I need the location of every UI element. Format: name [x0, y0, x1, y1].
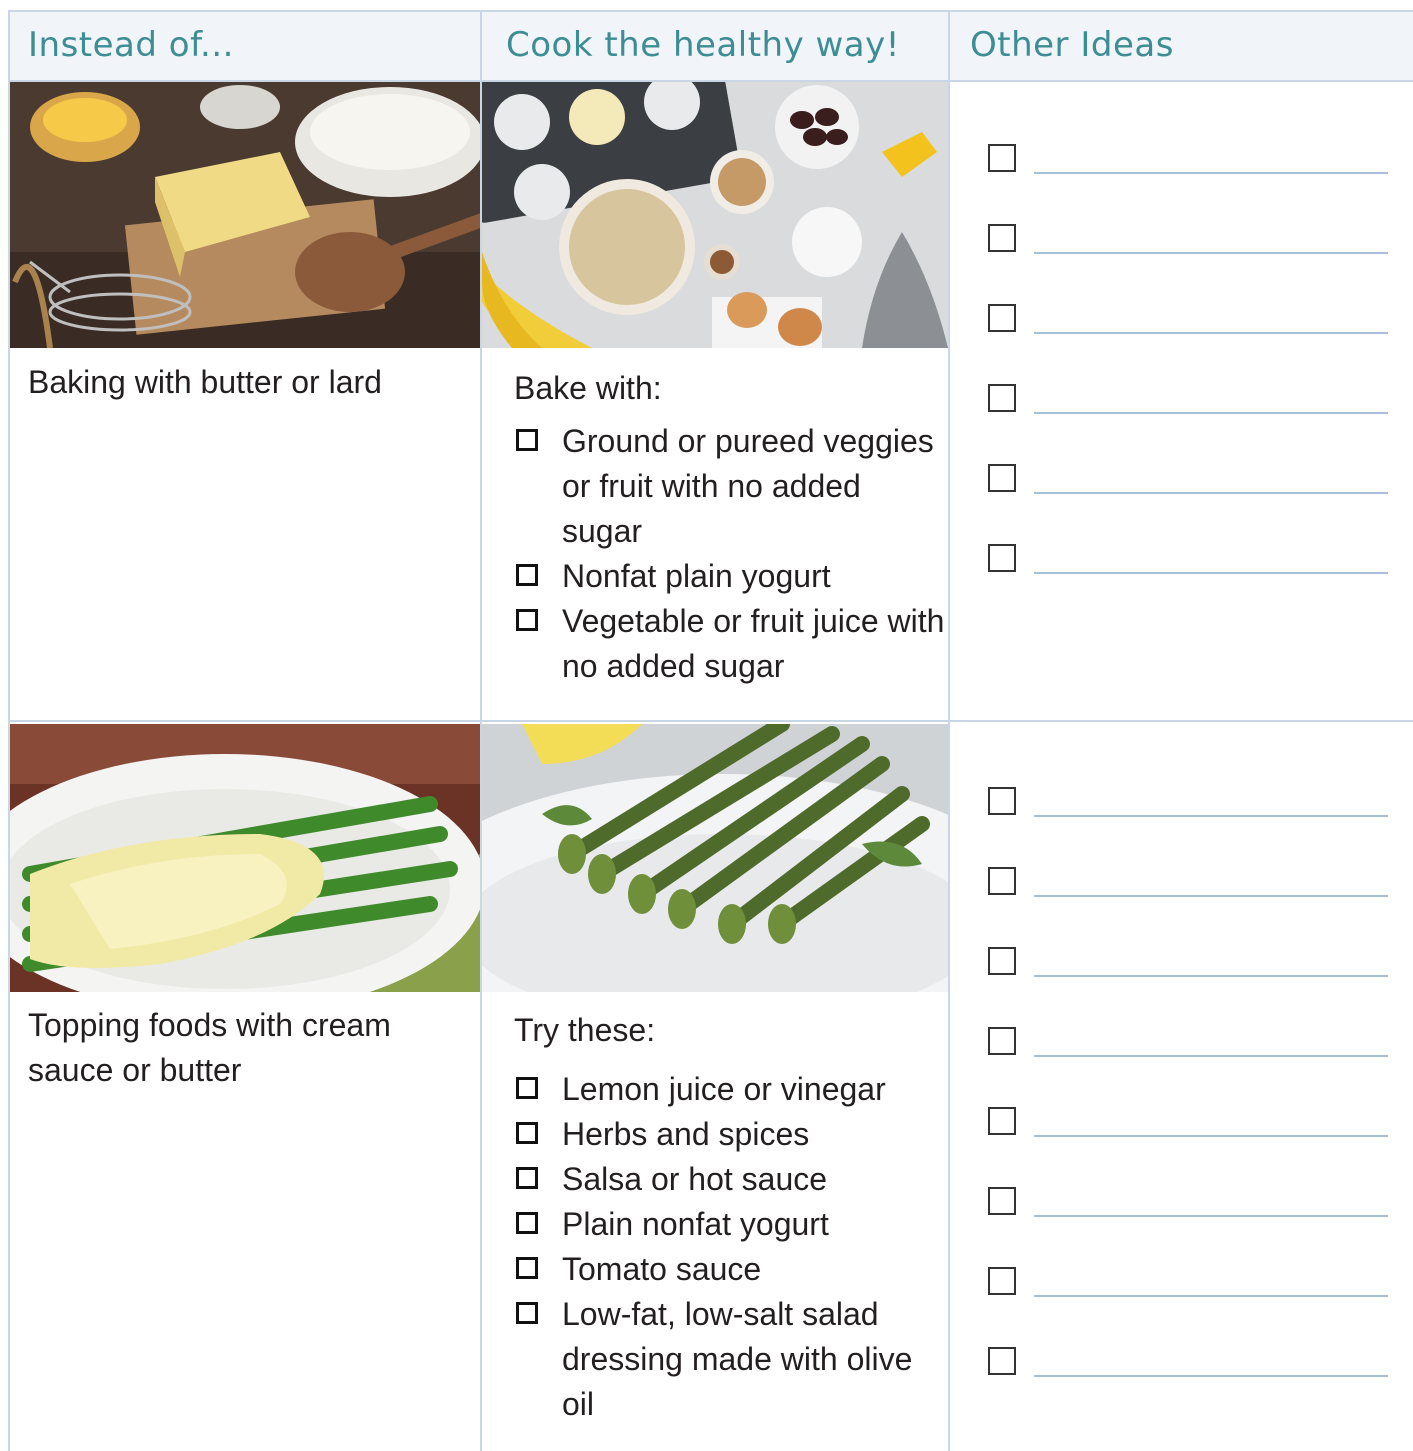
list-item: Low-fat, low-salt salad dressing made wi…	[516, 1292, 946, 1427]
list-item: Vegetable or fruit juice with no added s…	[516, 599, 946, 689]
list-item: Lemon juice or vinegar	[516, 1067, 946, 1112]
healthy-checklist: Lemon juice or vinegar Herbs and spices …	[516, 1067, 946, 1427]
checkbox[interactable]	[516, 609, 538, 631]
idea-entry[interactable]	[988, 144, 1388, 174]
idea-entry[interactable]	[988, 787, 1388, 817]
write-in-line[interactable]	[1034, 492, 1388, 494]
checkbox[interactable]	[988, 144, 1016, 172]
write-in-line[interactable]	[1034, 412, 1388, 414]
list-item-label: Ground or pureed veggies or fruit with n…	[562, 423, 934, 549]
list-item: Nonfat plain yogurt	[516, 554, 946, 599]
checkbox[interactable]	[516, 429, 538, 451]
idea-entry[interactable]	[988, 947, 1388, 977]
list-item: Ground or pureed veggies or fruit with n…	[516, 419, 946, 554]
idea-entry[interactable]	[988, 1107, 1388, 1137]
healthy-checklist: Ground or pureed veggies or fruit with n…	[516, 419, 946, 689]
checkbox[interactable]	[988, 1267, 1016, 1295]
checkbox[interactable]	[516, 1257, 538, 1279]
list-item-label: Tomato sauce	[562, 1251, 762, 1287]
list-item-label: Plain nonfat yogurt	[562, 1206, 829, 1242]
checkbox[interactable]	[988, 304, 1016, 332]
asparagus-cream-sauce-photo	[10, 724, 480, 992]
grid-line	[8, 720, 1413, 722]
idea-entry[interactable]	[988, 867, 1388, 897]
list-item-label: Nonfat plain yogurt	[562, 558, 831, 594]
instead-text: Baking with butter or lard	[28, 364, 382, 400]
idea-entry[interactable]	[988, 544, 1388, 574]
checkbox[interactable]	[988, 1027, 1016, 1055]
write-in-line[interactable]	[1034, 1055, 1388, 1057]
checkbox[interactable]	[516, 1212, 538, 1234]
write-in-line[interactable]	[1034, 332, 1388, 334]
list-item: Plain nonfat yogurt	[516, 1202, 946, 1247]
baking-ingredients-photo	[10, 82, 480, 348]
write-in-line[interactable]	[1034, 815, 1388, 817]
checkbox[interactable]	[516, 1077, 538, 1099]
header-cook-healthy: Cook the healthy way!	[506, 25, 900, 65]
grid-line	[8, 10, 1413, 12]
checkbox[interactable]	[988, 947, 1016, 975]
list-item-label: Herbs and spices	[562, 1116, 810, 1152]
checkbox[interactable]	[988, 1187, 1016, 1215]
idea-entry[interactable]	[988, 464, 1388, 494]
idea-entry[interactable]	[988, 224, 1388, 254]
asparagus-lemon-photo	[482, 724, 948, 992]
checkbox[interactable]	[988, 544, 1016, 572]
checkbox[interactable]	[988, 787, 1016, 815]
healthy-intro: Bake with:	[514, 370, 662, 406]
worksheet-table: Instead of... Cook the healthy way! Othe…	[0, 0, 1413, 1451]
list-item-label: Vegetable or fruit juice with no added s…	[562, 603, 945, 684]
idea-entry[interactable]	[988, 1187, 1388, 1217]
idea-entry[interactable]	[988, 1347, 1388, 1377]
list-item: Herbs and spices	[516, 1112, 946, 1157]
header-other-ideas: Other Ideas	[970, 25, 1174, 65]
checkbox[interactable]	[988, 224, 1016, 252]
checkbox[interactable]	[988, 1107, 1016, 1135]
write-in-line[interactable]	[1034, 975, 1388, 977]
write-in-line[interactable]	[1034, 1215, 1388, 1217]
header-instead-of: Instead of...	[28, 25, 234, 65]
healthy-baking-ingredients-photo	[482, 82, 948, 348]
list-item-label: Low-fat, low-salt salad dressing made wi…	[562, 1296, 913, 1422]
list-item-label: Salsa or hot sauce	[562, 1161, 828, 1197]
checkbox[interactable]	[516, 564, 538, 586]
checkbox[interactable]	[516, 1122, 538, 1144]
list-item: Salsa or hot sauce	[516, 1157, 946, 1202]
checkbox[interactable]	[988, 464, 1016, 492]
write-in-line[interactable]	[1034, 252, 1388, 254]
write-in-line[interactable]	[1034, 572, 1388, 574]
write-in-line[interactable]	[1034, 1135, 1388, 1137]
idea-entry[interactable]	[988, 1027, 1388, 1057]
instead-text: Topping foods with cream sauce or butter	[28, 1007, 391, 1088]
idea-entry[interactable]	[988, 384, 1388, 414]
list-item: Tomato sauce	[516, 1247, 946, 1292]
idea-entry[interactable]	[988, 304, 1388, 334]
checkbox[interactable]	[988, 1347, 1016, 1375]
checkbox[interactable]	[516, 1302, 538, 1324]
write-in-line[interactable]	[1034, 1295, 1388, 1297]
write-in-line[interactable]	[1034, 1375, 1388, 1377]
checkbox[interactable]	[988, 384, 1016, 412]
idea-entry[interactable]	[988, 1267, 1388, 1297]
write-in-line[interactable]	[1034, 172, 1388, 174]
list-item-label: Lemon juice or vinegar	[562, 1071, 886, 1107]
checkbox[interactable]	[516, 1167, 538, 1189]
grid-line	[948, 10, 950, 1451]
write-in-line[interactable]	[1034, 895, 1388, 897]
checkbox[interactable]	[988, 867, 1016, 895]
healthy-intro: Try these:	[514, 1012, 656, 1048]
